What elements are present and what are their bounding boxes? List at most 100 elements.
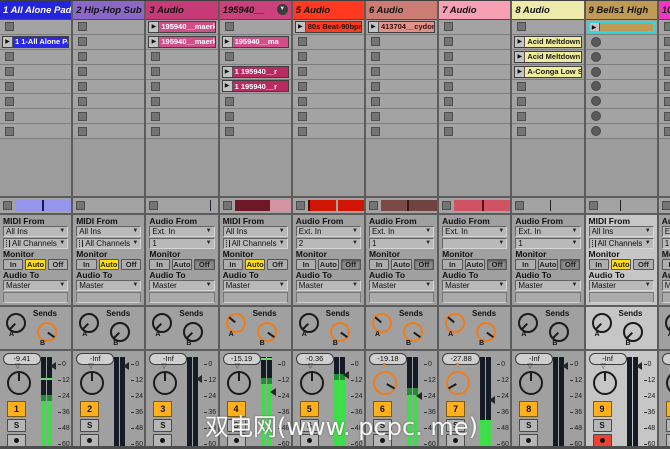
volume-display[interactable] <box>662 353 670 365</box>
monitor-auto-button[interactable]: Auto <box>391 259 411 270</box>
solo-button[interactable]: S <box>666 419 670 432</box>
monitor-in-button[interactable]: In <box>296 259 316 270</box>
clip-slot[interactable] <box>220 94 291 109</box>
pan-knob[interactable] <box>666 371 670 395</box>
arm-button[interactable] <box>7 434 26 447</box>
volume-fader-handle[interactable] <box>562 362 568 370</box>
input-type-chooser[interactable]: Ext. In▼ <box>369 226 434 237</box>
clip-slot[interactable] <box>586 35 657 50</box>
monitor-in-button[interactable]: In <box>442 259 462 270</box>
clip-slot[interactable] <box>293 124 364 139</box>
track-title[interactable]: 5 Audio <box>293 1 364 20</box>
clip-play-icon[interactable]: ▶ <box>149 22 159 32</box>
overview-stop-icon[interactable] <box>589 201 598 210</box>
monitor-auto-button[interactable]: Auto <box>172 259 192 270</box>
clip[interactable]: ▶A-Conga Low Sl <box>514 66 581 78</box>
volume-display[interactable]: -27.88 <box>442 353 480 365</box>
monitor-in-button[interactable]: In <box>662 259 670 270</box>
monitor-in-button[interactable]: In <box>76 259 96 270</box>
track-title[interactable]: 2 Hip-Hop Sub B <box>73 1 144 20</box>
clip-slot[interactable] <box>220 20 291 35</box>
clip-slot[interactable] <box>512 109 583 124</box>
pan-knob[interactable] <box>593 371 617 395</box>
clip-slot[interactable]: ▶A-Conga Low Sl <box>512 65 583 80</box>
input-channel-chooser[interactable]: 2▼ <box>296 238 361 249</box>
monitor-auto-button[interactable]: Auto <box>99 259 119 270</box>
input-channel-chooser[interactable]: 1▼ <box>369 238 434 249</box>
clip[interactable]: ▶ <box>588 21 655 33</box>
clip-slot[interactable] <box>146 94 217 109</box>
solo-button[interactable]: S <box>80 419 99 432</box>
output-chooser[interactable]: Master▼ <box>296 280 361 291</box>
monitor-in-button[interactable]: In <box>223 259 243 270</box>
send-a-knob[interactable] <box>665 313 670 333</box>
input-type-chooser[interactable]: Ext. In▼ <box>149 226 214 237</box>
volume-fader-handle[interactable] <box>343 371 349 379</box>
volume-fader-handle[interactable] <box>270 388 276 396</box>
clip-slot[interactable]: ▶195940__ma <box>220 35 291 50</box>
overview-stop-icon[interactable] <box>223 201 232 210</box>
send-a-knob[interactable] <box>518 313 538 333</box>
solo-button[interactable]: S <box>153 419 172 432</box>
clip-slot[interactable] <box>439 20 510 35</box>
overview-stop-icon[interactable] <box>442 201 451 210</box>
monitor-in-button[interactable]: In <box>149 259 169 270</box>
monitor-in-button[interactable]: In <box>3 259 23 270</box>
clip-slot[interactable] <box>439 35 510 50</box>
clip-slot[interactable] <box>586 124 657 139</box>
clip-slot[interactable] <box>146 109 217 124</box>
clip-slot[interactable] <box>659 124 670 139</box>
volume-display[interactable]: -Inf <box>149 353 187 365</box>
pan-knob[interactable] <box>153 371 177 395</box>
clip-slot[interactable] <box>0 94 71 109</box>
input-channel-chooser[interactable]: All Channels▼ <box>589 238 654 249</box>
output-chooser[interactable]: Master▼ <box>515 280 580 291</box>
track-title[interactable]: 7 Audio <box>439 1 510 20</box>
overview-stop-icon[interactable] <box>76 201 85 210</box>
track-title[interactable]: 9 Bells1 High <box>586 1 657 20</box>
pan-knob[interactable] <box>80 371 104 395</box>
clip-slot[interactable] <box>659 94 670 109</box>
clip-slot[interactable]: ▶80s Beat-90bpm <box>293 20 364 35</box>
clip-slot[interactable] <box>73 80 144 95</box>
clip-slot[interactable] <box>220 109 291 124</box>
clip-slot[interactable] <box>0 65 71 80</box>
clip-slot[interactable] <box>0 20 71 35</box>
monitor-auto-button[interactable]: Auto <box>538 259 558 270</box>
clip-slot[interactable] <box>586 80 657 95</box>
clip-play-icon[interactable]: ▶ <box>223 81 233 91</box>
clip-play-icon[interactable]: ▶ <box>515 52 525 62</box>
clip-play-icon[interactable]: ▶ <box>515 37 525 47</box>
arm-button[interactable] <box>153 434 172 447</box>
clip-slot[interactable] <box>366 124 437 139</box>
clip-play-icon[interactable]: ▶ <box>590 23 600 31</box>
track-title[interactable]: 1 All Alone Pad <box>0 1 71 20</box>
send-b-knob[interactable] <box>183 322 203 342</box>
send-b-knob[interactable] <box>476 322 496 342</box>
input-type-chooser[interactable]: All Ins▼ <box>76 226 141 237</box>
clip-slot[interactable] <box>439 94 510 109</box>
track-activator-button[interactable]: 3 <box>153 401 172 417</box>
clip-play-icon[interactable]: ▶ <box>223 67 233 77</box>
pan-knob[interactable] <box>227 371 251 395</box>
clip-slot[interactable] <box>146 80 217 95</box>
send-a-knob[interactable] <box>226 313 246 333</box>
track-activator-button[interactable]: 2 <box>80 401 99 417</box>
track-activator-button[interactable]: 1 <box>7 401 26 417</box>
clip-slot[interactable] <box>366 50 437 65</box>
overview-stop-icon[interactable] <box>149 201 158 210</box>
volume-display[interactable]: -9.41 <box>3 353 41 365</box>
monitor-off-button[interactable]: Off <box>48 259 68 270</box>
send-b-knob[interactable] <box>403 322 423 342</box>
monitor-auto-button[interactable]: Auto <box>25 259 45 270</box>
clip-slot[interactable] <box>73 35 144 50</box>
monitor-in-button[interactable]: In <box>515 259 535 270</box>
input-channel-chooser[interactable]: 1▼ <box>515 238 580 249</box>
input-type-chooser[interactable]: All Ins▼ <box>589 226 654 237</box>
send-b-knob[interactable] <box>549 322 569 342</box>
clip-slot[interactable] <box>146 50 217 65</box>
clip-slot[interactable] <box>220 124 291 139</box>
clip-slot[interactable] <box>659 109 670 124</box>
clip-slot[interactable] <box>512 124 583 139</box>
clip-slot[interactable] <box>0 50 71 65</box>
